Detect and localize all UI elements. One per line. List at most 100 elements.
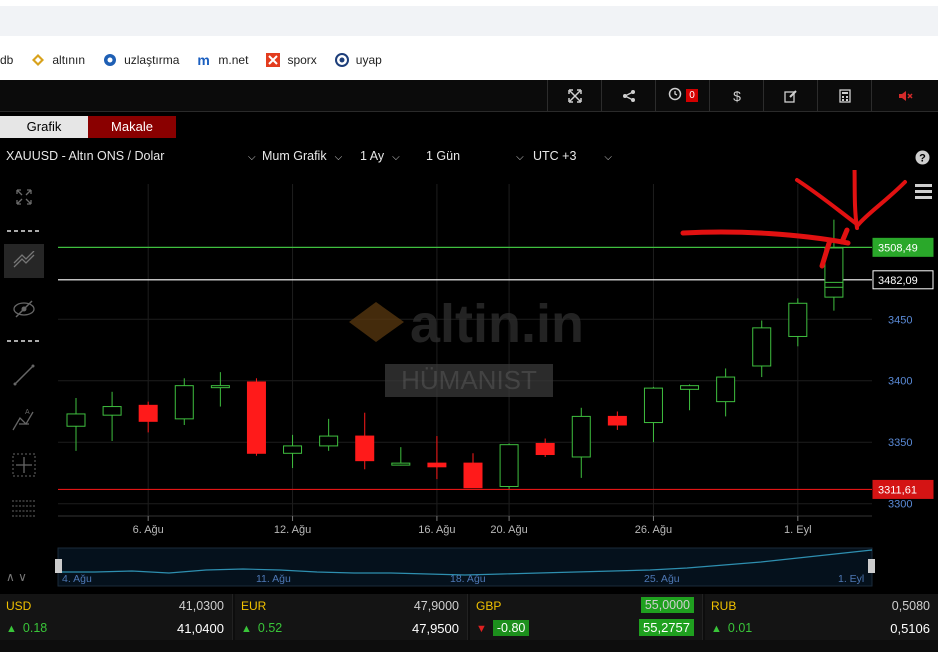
up-arrow-icon: ▲ <box>711 623 722 635</box>
candle-body <box>319 435 339 447</box>
sporx-logo-icon <box>266 52 281 67</box>
timezone-select[interactable]: UTC +3 ⌵ <box>533 149 612 163</box>
candle-body <box>102 406 122 416</box>
svg-text:?: ? <box>919 153 926 165</box>
bookmark-uzlastirma[interactable]: uzlaştırma <box>103 53 179 67</box>
menu-icon <box>915 196 932 199</box>
currency-rub[interactable]: RUB 0,5080 ▲ 0.01 0,5106 <box>705 594 938 640</box>
candle-body <box>716 376 736 403</box>
currency-change-value: 0.52 <box>257 621 283 635</box>
fullscreen-icon[interactable] <box>547 80 602 111</box>
currency-name: RUB <box>711 599 737 613</box>
help-icon[interactable]: ? <box>915 150 930 168</box>
share-icon[interactable] <box>601 80 656 111</box>
price-label: 3508,49 <box>878 242 918 254</box>
candle-body <box>138 404 158 422</box>
chevron-down-icon[interactable]: ⌵ <box>240 149 256 163</box>
alarm-count-badge: 0 <box>686 89 698 102</box>
currency-change-value: -0.80 <box>492 620 530 636</box>
currency-change-value: 0.18 <box>22 621 48 635</box>
bookmark-mnet[interactable]: m m.net <box>197 53 248 67</box>
currency-ticker: USD 41,0300 ▲ 0.18 41,0400 EUR 47,9000 ▲ 0… <box>0 594 938 652</box>
candle-body <box>571 415 591 458</box>
range-label: 1 Ay <box>360 149 385 163</box>
bookmarks-bar: db altının uzlaştırma m m.net sporx uyap <box>0 39 938 80</box>
y-tick-label: 3400 <box>888 376 912 388</box>
candle-body <box>246 381 266 454</box>
chart-type-label: Mum Grafik <box>262 149 327 163</box>
price-label: 3311,61 <box>878 484 917 496</box>
candle-body <box>643 387 663 424</box>
navigator-handle-left <box>55 559 62 573</box>
tab-grafik[interactable]: Grafik <box>0 116 88 138</box>
currency-bid: 55,2757 <box>639 619 694 636</box>
alarm-button[interactable]: 0 <box>655 80 710 111</box>
menu-icon <box>915 190 932 193</box>
currency-change: ▲ 0.18 <box>6 621 47 635</box>
bookmark-label: sporx <box>287 52 317 67</box>
candles <box>66 219 844 489</box>
candle-body <box>788 302 808 337</box>
calculator-icon[interactable] <box>817 80 872 111</box>
navigator-tick-label: 11. Ağu <box>256 573 291 585</box>
m-logo-icon: m <box>197 51 210 68</box>
chevron-down-icon: ⌵ <box>604 152 613 163</box>
uyap-logo-icon <box>334 52 349 67</box>
timezone-label: UTC +3 <box>533 149 577 163</box>
navigator: 4. Ağu 11. Ağu 18. Ağu 25. Ağu 1. Eyl ∧ ∨ <box>6 547 875 587</box>
currency-usd[interactable]: USD 41,0300 ▲ 0.18 41,0400 <box>0 594 233 640</box>
bookmark-db[interactable]: db <box>0 53 13 67</box>
candle-body <box>391 462 411 466</box>
bookmark-sporx[interactable]: sporx <box>266 52 317 67</box>
chart-type-select[interactable]: Mum Grafik ⌵ <box>262 149 342 163</box>
scroll-arrows-icon: ∧ ∨ <box>6 570 27 584</box>
bookmark-label: m.net <box>218 52 249 67</box>
currency-ask: 0,5080 <box>891 599 930 613</box>
mute-icon[interactable] <box>871 80 938 111</box>
bookmark-altinin[interactable]: altının <box>31 53 85 67</box>
candle-body <box>499 444 519 487</box>
symbol-select[interactable]: XAUUSD - Altın ONS / Dolar <box>6 149 164 163</box>
price-chart[interactable]: altin.in HÜMANIST 3450 3400 3350 3300 3508,4… <box>0 170 938 590</box>
currency-change: ▼ -0.80 <box>476 620 530 636</box>
tab-makale[interactable]: Makale <box>88 116 176 138</box>
candle-body <box>355 435 375 462</box>
bookmark-uyap[interactable]: uyap <box>334 52 382 67</box>
range-select[interactable]: 1 Ay ⌵ <box>360 149 400 163</box>
candle-body <box>463 462 483 489</box>
navigator-handle-right <box>868 559 875 573</box>
candle-body <box>680 385 700 390</box>
candle-body <box>283 445 303 454</box>
currency-gbp[interactable]: GBP 55,0000 ▼ -0.80 55,2757 <box>470 594 703 640</box>
dollar-icon[interactable]: $ <box>709 80 764 111</box>
chevron-down-icon: ⌵ <box>334 152 343 163</box>
currency-change: ▲ 0.52 <box>241 621 282 635</box>
watermark: altin.in HÜMANIST <box>349 294 584 397</box>
currency-ask: 41,0300 <box>178 599 224 613</box>
currency-change: ▲ 0.01 <box>711 621 752 635</box>
globe-icon <box>103 53 117 67</box>
navigator-tick-label: 18. Ağu <box>450 573 486 585</box>
navigator-tick-label: 1. Eyl <box>838 573 864 585</box>
edit-icon[interactable] <box>763 80 818 111</box>
interval-select[interactable]: 1 Gün ⌵ <box>426 149 524 163</box>
price-label: 3482,09 <box>878 275 918 287</box>
candle-body <box>174 385 194 420</box>
candle-body <box>824 281 844 288</box>
currency-bid: 41,0400 <box>177 621 224 636</box>
candle-body <box>752 327 772 367</box>
candle-body <box>66 413 86 427</box>
candle-body <box>607 415 627 426</box>
x-tick-label: 20. Ağu <box>490 524 527 536</box>
candle-body <box>427 462 447 468</box>
currency-eur[interactable]: EUR 47,9000 ▲ 0.52 47,9500 <box>235 594 468 640</box>
view-tabs: Grafik Makale <box>0 116 176 138</box>
chevron-down-icon: ⌵ <box>516 152 524 163</box>
currency-bid: 0,5106 <box>890 621 930 636</box>
x-tick-label: 6. Ağu <box>133 524 164 536</box>
bookmark-label: db <box>0 52 14 67</box>
menu-icon <box>915 184 932 187</box>
currency-ask: 47,9000 <box>413 599 459 613</box>
candle-body <box>210 385 230 389</box>
bookmark-label: uzlaştırma <box>124 52 180 67</box>
